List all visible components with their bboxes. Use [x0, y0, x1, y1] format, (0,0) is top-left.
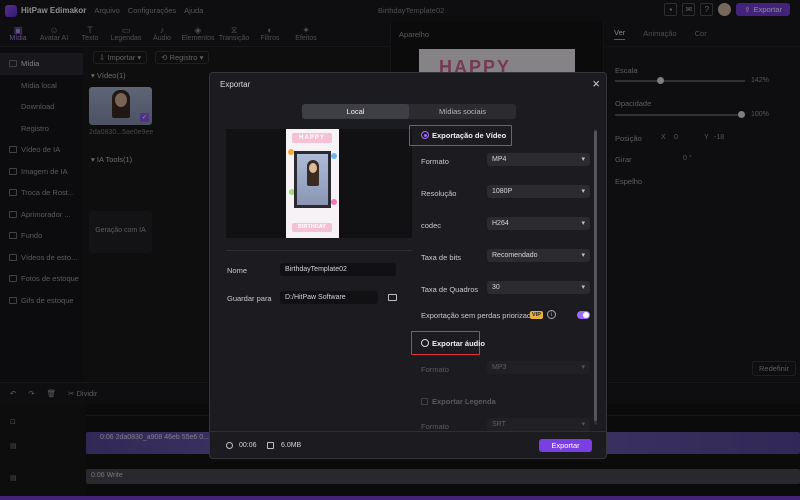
- save-to-label: Guardar para: [227, 294, 272, 303]
- vip-badge: VIP: [530, 311, 543, 319]
- chevron-down-icon: ▾: [581, 421, 585, 428]
- resolution-select[interactable]: 1080P ▾: [487, 185, 590, 198]
- chevron-down-icon: ▾: [581, 156, 585, 163]
- legend-format-label: Formato: [421, 422, 449, 431]
- save-path-input[interactable]: D:/HitPaw Software: [280, 291, 378, 304]
- format-value: MP4: [492, 156, 507, 163]
- size-value: 6.0MB: [281, 442, 302, 449]
- bitrate-select[interactable]: Recomendado ▾: [487, 249, 590, 262]
- legend-label: Exportar Legenda: [432, 397, 496, 406]
- close-icon[interactable]: ×: [592, 76, 600, 91]
- export-tabs: Local Mídias sociais: [302, 104, 516, 119]
- divider: [226, 250, 412, 251]
- audio-export-label: Exportar áudio: [432, 339, 485, 348]
- preview-card: HAPPY BIRTHDAY: [286, 129, 339, 238]
- lossless-label: Exportação sem perdas priorizada: [421, 311, 536, 320]
- balloon-icon: [331, 199, 337, 205]
- resolution-label: Resolução: [421, 189, 457, 198]
- lossless-toggle[interactable]: [577, 311, 590, 319]
- video-export-radio[interactable]: [421, 131, 429, 139]
- export-dialog: Exportar × Local Mídias sociais HAPPY BI…: [209, 72, 607, 459]
- chevron-down-icon: ▾: [581, 252, 585, 259]
- format-select[interactable]: MP4 ▾: [487, 153, 590, 166]
- fps-select[interactable]: 30 ▾: [487, 281, 590, 294]
- file-icon: [267, 442, 274, 449]
- bitrate-label: Taxa de bits: [421, 253, 462, 262]
- duration-value: 00:06: [239, 442, 257, 449]
- info-icon[interactable]: i: [547, 310, 556, 319]
- tab-local[interactable]: Local: [302, 104, 409, 119]
- export-button[interactable]: Exportar: [539, 439, 592, 452]
- card-bottom-banner: BIRTHDAY: [292, 223, 332, 232]
- legend-format-value: SRT: [492, 421, 506, 428]
- legend-checkbox[interactable]: [421, 398, 428, 405]
- card-photo: [294, 151, 331, 208]
- codec-value: H264: [492, 220, 509, 227]
- resolution-value: 1080P: [492, 188, 513, 195]
- chevron-down-icon: ▾: [581, 284, 585, 291]
- video-export-label: Exportação de Vídeo: [432, 131, 507, 140]
- clock-icon: [226, 442, 233, 449]
- codec-select[interactable]: H264 ▾: [487, 217, 590, 230]
- dialog-footer: 00:06 6.0MB Exportar: [210, 431, 606, 458]
- dialog-title: Exportar: [220, 80, 251, 89]
- audio-format-select[interactable]: MP3 ▾: [487, 361, 590, 374]
- format-label: Formato: [421, 157, 449, 166]
- photo-face: [309, 163, 317, 173]
- fps-value: 30: [492, 284, 500, 291]
- chevron-down-icon: ▾: [581, 220, 585, 227]
- chevron-down-icon: ▾: [581, 188, 585, 195]
- name-input[interactable]: BirthdayTemplate02: [280, 263, 396, 276]
- name-label: Nome: [227, 266, 248, 275]
- chevron-down-icon: ▾: [581, 364, 585, 371]
- audio-export-radio[interactable]: [421, 339, 429, 347]
- legend-format-select[interactable]: SRT ▾: [487, 418, 590, 431]
- audio-format-label: Formato: [421, 365, 449, 374]
- codec-label: codec: [421, 221, 442, 230]
- folder-icon[interactable]: [388, 294, 397, 301]
- card-top-banner: HAPPY: [292, 133, 332, 143]
- balloon-icon: [331, 153, 337, 159]
- audio-format-value: MP3: [492, 364, 507, 371]
- fps-label: Taxa de Quadros: [421, 285, 479, 294]
- tab-social-media[interactable]: Mídias sociais: [409, 104, 516, 119]
- scrollbar-thumb[interactable]: [594, 131, 597, 421]
- bitrate-value: Recomendado: [492, 252, 538, 259]
